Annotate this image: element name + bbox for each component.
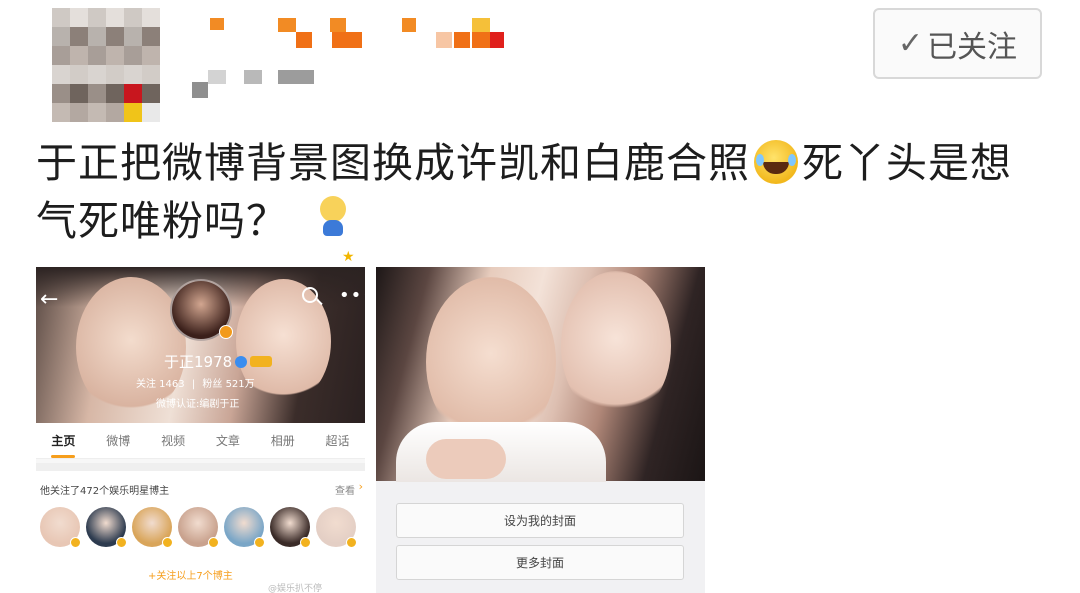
following-button-label: 已关注	[927, 29, 1018, 65]
star-avatar	[40, 507, 81, 548]
following-stars-text: 他关注了472个娱乐明星博主	[40, 486, 170, 497]
post-image-left[interactable]: ← ••• 于正1978 关注 1463 | 粉丝 521万 微博认证:编剧于正…	[36, 267, 365, 593]
profile-stats: 关注 1463 | 粉丝 521万	[136, 375, 259, 390]
profile-fans-count: 粉丝 521万	[202, 379, 255, 390]
star-avatar	[316, 507, 357, 548]
profile-name: 于正1978	[164, 351, 273, 372]
post-image-right[interactable]: 设为我的封面 更多封面	[376, 267, 705, 593]
set-as-cover-button: 设为我的封面	[396, 503, 684, 538]
chevron-right-icon: ›	[358, 480, 363, 493]
post-meta-masked	[192, 66, 322, 106]
view-link: 查看	[335, 486, 355, 497]
star-avatar	[270, 507, 311, 548]
tab-weibo: 微博	[106, 434, 131, 448]
watermark: @娱乐扒不停	[268, 584, 323, 593]
star-avatar	[178, 507, 219, 548]
couple-photo	[376, 267, 705, 482]
back-arrow-icon: ←	[40, 287, 59, 312]
stats-divider: |	[191, 379, 196, 390]
doge-sit-icon: ★	[316, 196, 355, 265]
following-button[interactable]: ✓ 已关注	[873, 8, 1042, 79]
profile-name-text: 于正1978	[164, 353, 233, 371]
verified-badge-icon	[219, 325, 233, 339]
username-masked[interactable]	[192, 14, 512, 54]
star-avatar	[132, 507, 173, 548]
tab-home: 主页	[51, 434, 76, 458]
star-avatar	[86, 507, 127, 548]
tab-supertopic: 超话	[325, 434, 350, 448]
tab-articles: 文章	[215, 434, 240, 448]
star-avatars-row: +关注以上7个博主	[36, 501, 365, 593]
laugh-cry-icon	[754, 140, 798, 184]
profile-tabs: 主页 微博 视频 文章 相册 超话	[36, 423, 365, 459]
search-icon	[302, 287, 318, 303]
more-covers-button: 更多封面	[396, 545, 684, 580]
divider	[36, 463, 365, 471]
profile-following-count: 关注 1463	[136, 379, 185, 390]
vip-icon	[250, 356, 273, 367]
star-avatar	[224, 507, 265, 548]
profile-description: 微博认证:编剧于正	[156, 399, 240, 410]
post-text: 于正把微博背景图换成许凯和白鹿合照 死丫头是想气死唯粉吗？ ★	[36, 134, 1036, 265]
avatar[interactable]	[52, 8, 160, 122]
more-icon: •••	[339, 285, 365, 306]
verified-v-icon	[235, 356, 248, 368]
following-stars-row: 他关注了472个娱乐明星博主 查看 ›	[36, 471, 365, 501]
tab-video: 视频	[161, 434, 186, 448]
post-text-part1: 于正把微博背景图换成许凯和白鹿合照	[36, 139, 750, 187]
tab-album: 相册	[270, 434, 295, 448]
follow-all-link: +关注以上7个博主	[148, 571, 233, 582]
check-icon: ✓	[897, 26, 924, 61]
